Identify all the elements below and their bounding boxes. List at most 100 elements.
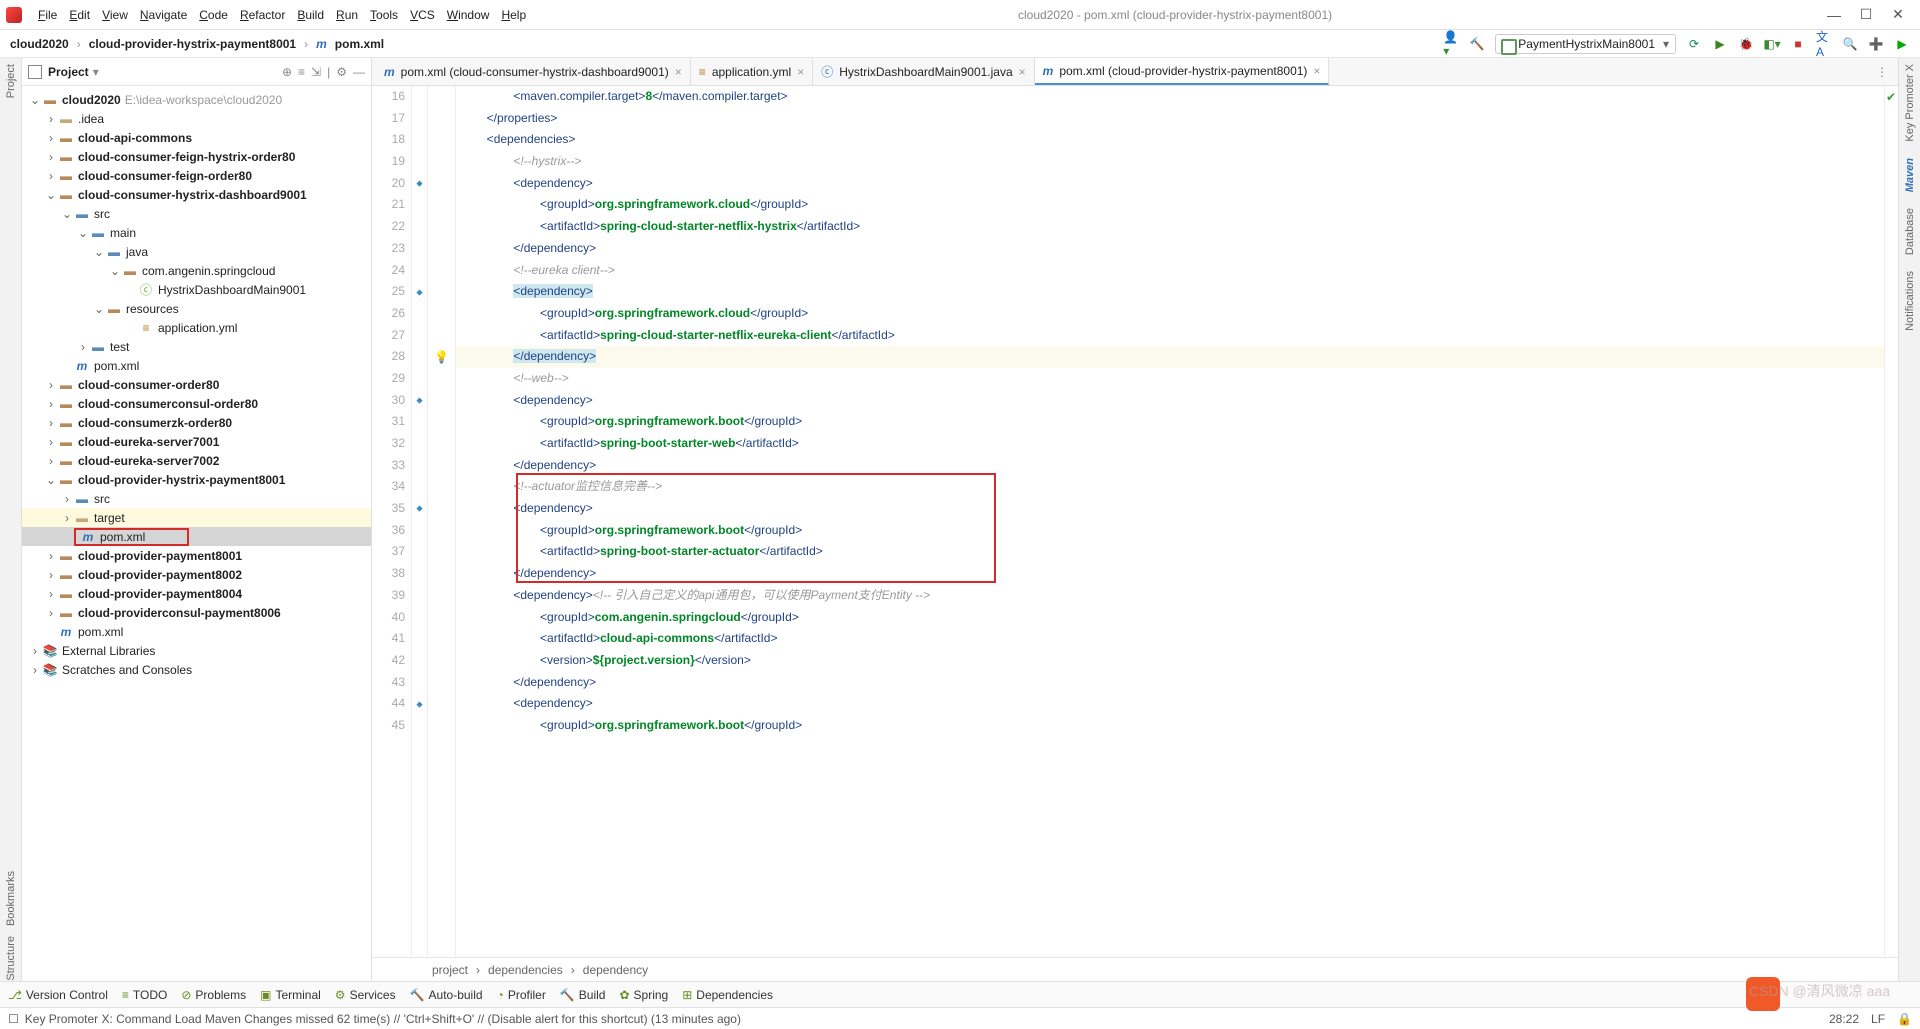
code-area[interactable]: <maven.compiler.target>8</maven.compiler… [456, 86, 1884, 957]
crumb-file[interactable]: pom.xml [335, 37, 384, 51]
editor-tab[interactable]: ⓒHystrixDashboardMain9001.java× [813, 58, 1034, 85]
rail-keypromoter[interactable]: Key Promoter X [1904, 64, 1916, 142]
marker-gutter[interactable]: ⬥⬥⬥⬥⬥ [412, 86, 428, 957]
tree-item[interactable]: ›▬cloud-api-commons [22, 128, 371, 147]
tab-menu-icon[interactable]: ⋮ [1866, 58, 1898, 85]
close-tab-icon[interactable]: × [675, 65, 682, 79]
translate-icon[interactable]: 文A [1816, 36, 1832, 52]
tool-window-build[interactable]: 🔨 Build [560, 988, 606, 1002]
close-tab-icon[interactable]: × [797, 65, 804, 79]
ide-updates-icon[interactable]: ➕ [1868, 36, 1884, 52]
rail-notifications[interactable]: Notifications [1904, 271, 1916, 331]
tool-window-problems[interactable]: ⊘ Problems [181, 988, 246, 1002]
crumb-project[interactable]: cloud2020 [10, 37, 69, 51]
menu-window[interactable]: Window [441, 6, 496, 24]
tree-item[interactable]: ›▬cloud-eureka-server7001 [22, 432, 371, 451]
tree-item[interactable]: ›▬cloud-consumer-feign-order80 [22, 166, 371, 185]
menu-navigate[interactable]: Navigate [134, 6, 193, 24]
tree-item[interactable]: ›📚External Libraries [22, 641, 371, 660]
editor-tab[interactable]: ≡application.yml× [691, 58, 813, 85]
tool-window-services[interactable]: ⚙ Services [335, 988, 396, 1002]
line-gutter[interactable]: 1617181920212223242526272829303132333435… [372, 86, 412, 957]
caret-position[interactable]: 28:22 [1829, 1012, 1859, 1026]
tool-window-terminal[interactable]: ▣ Terminal [260, 988, 321, 1002]
menu-run[interactable]: Run [330, 6, 364, 24]
maximize-button[interactable]: ☐ [1850, 6, 1882, 23]
menu-help[interactable]: Help [495, 6, 532, 24]
tree-item[interactable]: ⌄▬cloud-consumer-hystrix-dashboard9001 [22, 185, 371, 204]
tree-item[interactable]: ⌄▬cloud2020E:\idea-workspace\cloud2020 [22, 90, 371, 109]
tool-window-spring[interactable]: ✿ Spring [619, 988, 668, 1002]
crumb-module[interactable]: cloud-provider-hystrix-payment8001 [89, 37, 296, 51]
tool-window-version-control[interactable]: ⎇ Version Control [8, 988, 108, 1002]
minimize-button[interactable]: — [1818, 7, 1850, 23]
tool-window-profiler[interactable]: ◔ Profiler [497, 988, 546, 1002]
tree-item[interactable]: ›▬cloud-eureka-server7002 [22, 451, 371, 470]
search-icon[interactable]: 🔍 [1842, 36, 1858, 52]
close-tab-icon[interactable]: × [1313, 64, 1320, 78]
menu-code[interactable]: Code [193, 6, 234, 24]
tree-item[interactable]: ⓒHystrixDashboardMain9001 [22, 280, 371, 299]
menu-build[interactable]: Build [291, 6, 330, 24]
tree-item[interactable]: ›▬cloud-consumer-feign-hystrix-order80 [22, 147, 371, 166]
tree-item[interactable]: ›▬cloud-provider-payment8001 [22, 546, 371, 565]
tree-item[interactable]: ›▬src [22, 489, 371, 508]
line-ending[interactable]: LF [1871, 1012, 1885, 1026]
tree-item[interactable]: ≡application.yml [22, 318, 371, 337]
rail-database[interactable]: Database [1904, 208, 1916, 255]
rail-maven[interactable]: Maven [1904, 158, 1916, 192]
menu-tools[interactable]: Tools [364, 6, 404, 24]
tree-item[interactable]: ⌄▬resources [22, 299, 371, 318]
tree-item[interactable]: ›▬cloud-providerconsul-payment8006 [22, 603, 371, 622]
collapse-icon[interactable]: ⇲ [311, 65, 321, 79]
tool-window-auto-build[interactable]: 🔨 Auto-build [410, 988, 483, 1002]
run-icon[interactable]: ▶ [1712, 36, 1728, 52]
sync-icon[interactable]: ⟳ [1686, 36, 1702, 52]
icon-gutter[interactable]: 💡 [428, 86, 456, 957]
build-icon[interactable]: 🔨 [1469, 36, 1485, 52]
tree-item[interactable]: ›▬cloud-provider-payment8002 [22, 565, 371, 584]
tree-item[interactable]: ⌄▬src [22, 204, 371, 223]
hide-icon[interactable]: — [353, 65, 365, 79]
tree-item[interactable]: ›▬target [22, 508, 371, 527]
run-config-select[interactable]: PaymentHystrixMain8001 [1495, 34, 1676, 54]
project-tree[interactable]: ⌄▬cloud2020E:\idea-workspace\cloud2020›▬… [22, 86, 371, 981]
menu-file[interactable]: File [32, 6, 63, 24]
close-button[interactable]: ✕ [1882, 6, 1914, 23]
tree-item[interactable]: mpom.xml [22, 356, 371, 375]
tree-item[interactable]: mpom.xml [22, 622, 371, 641]
tree-item[interactable]: mpom.xml [22, 527, 371, 546]
run-anything-icon[interactable]: ▶ [1894, 36, 1910, 52]
tool-window-dependencies[interactable]: ⊞ Dependencies [682, 988, 773, 1002]
editor-tab[interactable]: mpom.xml (cloud-provider-hystrix-payment… [1035, 58, 1330, 85]
tool-window-todo[interactable]: ≡ TODO [122, 988, 167, 1002]
expand-icon[interactable]: ≡ [298, 65, 305, 79]
debug-icon[interactable]: 🐞 [1738, 36, 1754, 52]
rail-bookmarks[interactable]: Bookmarks [5, 871, 17, 926]
locate-icon[interactable]: ⊕ [282, 65, 292, 79]
tree-item[interactable]: ›▬cloud-consumer-order80 [22, 375, 371, 394]
tree-item[interactable]: ›▬test [22, 337, 371, 356]
close-tab-icon[interactable]: × [1019, 65, 1026, 79]
coverage-icon[interactable]: ◧▾ [1764, 36, 1780, 52]
menu-edit[interactable]: Edit [63, 6, 96, 24]
tree-item[interactable]: ›▬cloud-consumerzk-order80 [22, 413, 371, 432]
tree-item[interactable]: ›▬.idea [22, 109, 371, 128]
tree-item[interactable]: ⌄▬main [22, 223, 371, 242]
rail-structure[interactable]: Structure [5, 936, 17, 981]
tree-item[interactable]: ›📚Scratches and Consoles [22, 660, 371, 679]
stop-icon[interactable]: ■ [1790, 36, 1806, 52]
gear-icon[interactable]: ⚙ [336, 65, 347, 79]
user-icon[interactable]: 👤▾ [1443, 36, 1459, 52]
menu-view[interactable]: View [96, 6, 134, 24]
tree-item[interactable]: ⌄▬com.angenin.springcloud [22, 261, 371, 280]
panel-title[interactable]: Project [48, 65, 89, 79]
editor-tab[interactable]: mpom.xml (cloud-consumer-hystrix-dashboa… [376, 58, 691, 85]
rail-project[interactable]: Project [5, 64, 17, 98]
menu-vcs[interactable]: VCS [404, 6, 441, 24]
lock-icon[interactable]: 🔒 [1897, 1012, 1912, 1026]
tree-item[interactable]: ⌄▬cloud-provider-hystrix-payment8001 [22, 470, 371, 489]
tree-item[interactable]: ›▬cloud-consumerconsul-order80 [22, 394, 371, 413]
tree-item[interactable]: ›▬cloud-provider-payment8004 [22, 584, 371, 603]
error-stripe[interactable]: ✔ [1884, 86, 1898, 957]
